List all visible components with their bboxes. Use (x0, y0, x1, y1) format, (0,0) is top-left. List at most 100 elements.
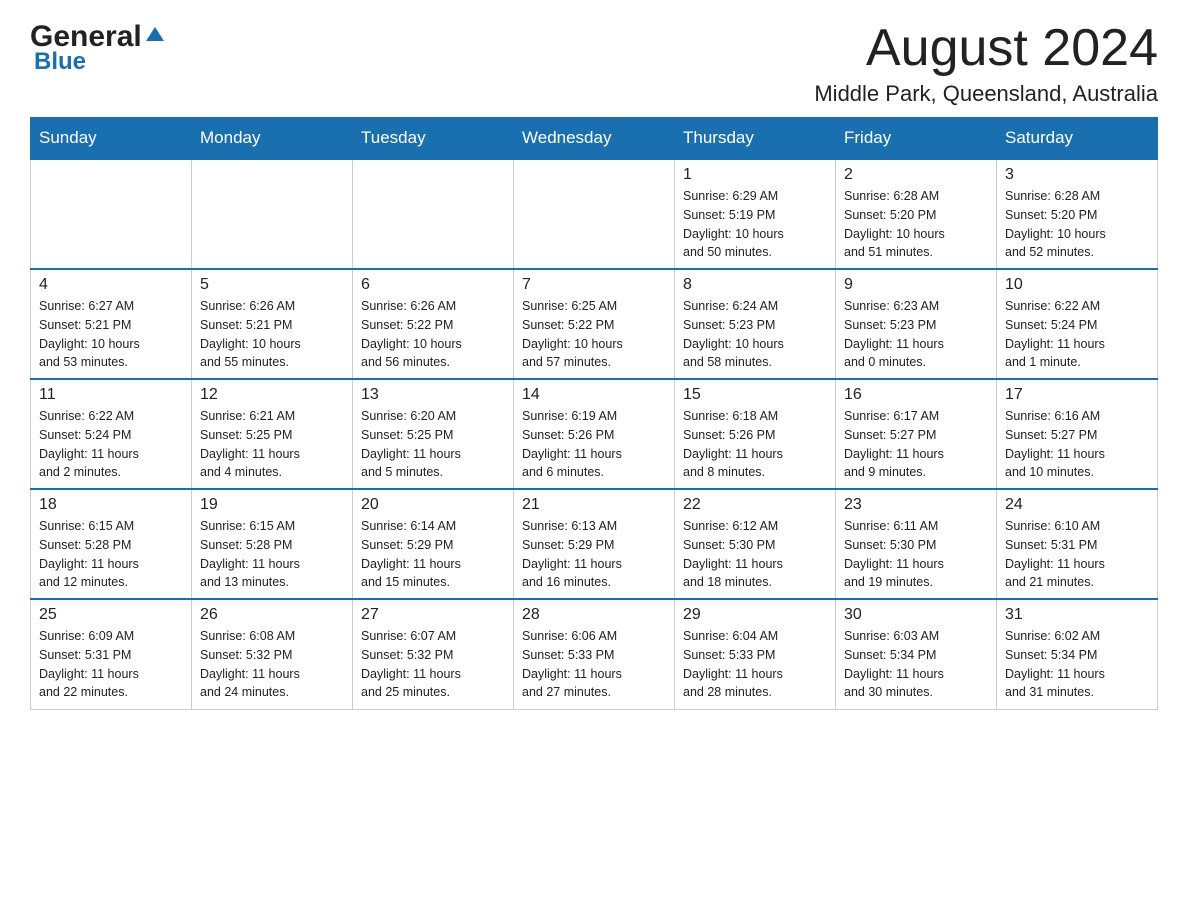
day-info: Sunrise: 6:18 AM Sunset: 5:26 PM Dayligh… (683, 407, 827, 482)
table-row: 28 Sunrise: 6:06 AM Sunset: 5:33 PM Dayli… (514, 599, 675, 709)
table-row: 29Sunrise: 6:04 AM Sunset: 5:33 PM Dayli… (675, 599, 836, 709)
day-info: Sunrise: 6:09 AM Sunset: 5:31 PM Dayligh… (39, 627, 183, 702)
day-info: Sunrise: 6:06 AM Sunset: 5:33 PM Dayligh… (522, 627, 666, 702)
day-number: 18 (39, 496, 183, 514)
table-row (192, 159, 353, 269)
calendar-week-row: 25Sunrise: 6:09 AM Sunset: 5:31 PM Dayli… (31, 599, 1158, 709)
table-row: 21 Sunrise: 6:13 AM Sunset: 5:29 PM Dayli… (514, 489, 675, 599)
table-row: 1 Sunrise: 6:29 AM Sunset: 5:19 PM Daylig… (675, 159, 836, 269)
day-info: Sunrise: 6:26 AM Sunset: 5:21 PM Dayligh… (200, 297, 344, 372)
day-number: 1 (683, 166, 827, 184)
table-row (31, 159, 192, 269)
day-info: Sunrise: 6:23 AM Sunset: 5:23 PM Dayligh… (844, 297, 988, 372)
table-row: 8 Sunrise: 6:24 AM Sunset: 5:23 PM Daylig… (675, 269, 836, 379)
table-row: 24 Sunrise: 6:10 AM Sunset: 5:31 PM Dayli… (997, 489, 1158, 599)
table-row: 4Sunrise: 6:27 AM Sunset: 5:21 PM Daylig… (31, 269, 192, 379)
table-row (514, 159, 675, 269)
table-row (353, 159, 514, 269)
table-row: 17 Sunrise: 6:16 AM Sunset: 5:27 PM Dayli… (997, 379, 1158, 489)
table-row: 30Sunrise: 6:03 AM Sunset: 5:34 PM Dayli… (836, 599, 997, 709)
calendar-header-row: Sunday Monday Tuesday Wednesday Thursday… (31, 118, 1158, 160)
day-number: 15 (683, 386, 827, 404)
day-number: 14 (522, 386, 666, 404)
location-title: Middle Park, Queensland, Australia (814, 81, 1158, 107)
day-number: 9 (844, 276, 988, 294)
col-wednesday: Wednesday (514, 118, 675, 160)
day-info: Sunrise: 6:10 AM Sunset: 5:31 PM Dayligh… (1005, 517, 1149, 592)
day-info: Sunrise: 6:24 AM Sunset: 5:23 PM Dayligh… (683, 297, 827, 372)
logo: General Blue (30, 20, 166, 76)
day-number: 24 (1005, 496, 1149, 514)
day-info: Sunrise: 6:12 AM Sunset: 5:30 PM Dayligh… (683, 517, 827, 592)
day-number: 6 (361, 276, 505, 294)
table-row: 13 Sunrise: 6:20 AM Sunset: 5:25 PM Dayli… (353, 379, 514, 489)
day-number: 8 (683, 276, 827, 294)
col-saturday: Saturday (997, 118, 1158, 160)
table-row: 18Sunrise: 6:15 AM Sunset: 5:28 PM Dayli… (31, 489, 192, 599)
table-row: 10 Sunrise: 6:22 AM Sunset: 5:24 PM Dayli… (997, 269, 1158, 379)
day-info: Sunrise: 6:11 AM Sunset: 5:30 PM Dayligh… (844, 517, 988, 592)
table-row: 9 Sunrise: 6:23 AM Sunset: 5:23 PM Daylig… (836, 269, 997, 379)
table-row: 22 Sunrise: 6:12 AM Sunset: 5:30 PM Dayli… (675, 489, 836, 599)
table-row: 2Sunrise: 6:28 AM Sunset: 5:20 PM Daylig… (836, 159, 997, 269)
day-number: 16 (844, 386, 988, 404)
table-row: 27 Sunrise: 6:07 AM Sunset: 5:32 PM Dayli… (353, 599, 514, 709)
day-info: Sunrise: 6:02 AM Sunset: 5:34 PM Dayligh… (1005, 627, 1149, 702)
day-number: 3 (1005, 166, 1149, 184)
day-info: Sunrise: 6:08 AM Sunset: 5:32 PM Dayligh… (200, 627, 344, 702)
table-row: 23 Sunrise: 6:11 AM Sunset: 5:30 PM Dayli… (836, 489, 997, 599)
day-info: Sunrise: 6:14 AM Sunset: 5:29 PM Dayligh… (361, 517, 505, 592)
table-row: 16 Sunrise: 6:17 AM Sunset: 5:27 PM Dayli… (836, 379, 997, 489)
table-row: 25Sunrise: 6:09 AM Sunset: 5:31 PM Dayli… (31, 599, 192, 709)
day-info: Sunrise: 6:29 AM Sunset: 5:19 PM Dayligh… (683, 187, 827, 262)
day-number: 5 (200, 276, 344, 294)
day-number: 7 (522, 276, 666, 294)
table-row: 6 Sunrise: 6:26 AM Sunset: 5:22 PM Daylig… (353, 269, 514, 379)
calendar-week-row: 18 Sunrise: 6:15 AM Sunset: 5:28 PM Dayli… (31, 489, 1158, 599)
day-info: Sunrise: 6:15 AM Sunset: 5:28 PM Dayligh… (200, 517, 344, 592)
logo-blue: Blue (34, 48, 86, 76)
col-thursday: Thursday (675, 118, 836, 160)
col-sunday: Sunday (31, 118, 192, 160)
day-info: Sunrise: 6:13 AM Sunset: 5:29 PM Dayligh… (522, 517, 666, 592)
day-info: Sunrise: 6:28 AM Sunset: 5:20 PM Dayligh… (1005, 187, 1149, 262)
day-info: Sunrise: 6:27 AM Sunset: 5:21 PM Dayligh… (39, 297, 183, 372)
day-number: 26 (200, 606, 344, 624)
day-number: 11 (39, 386, 183, 404)
col-friday: Friday (836, 118, 997, 160)
day-info: Sunrise: 6:03 AM Sunset: 5:34 PM Dayligh… (844, 627, 988, 702)
day-info: Sunrise: 6:16 AM Sunset: 5:27 PM Dayligh… (1005, 407, 1149, 482)
day-number: 27 (361, 606, 505, 624)
day-info: Sunrise: 6:17 AM Sunset: 5:27 PM Dayligh… (844, 407, 988, 482)
day-number: 13 (361, 386, 505, 404)
day-number: 22 (683, 496, 827, 514)
day-info: Sunrise: 6:07 AM Sunset: 5:32 PM Dayligh… (361, 627, 505, 702)
day-number: 17 (1005, 386, 1149, 404)
day-number: 10 (1005, 276, 1149, 294)
calendar-week-row: 11 Sunrise: 6:22 AM Sunset: 5:24 PM Dayli… (31, 379, 1158, 489)
calendar: Sunday Monday Tuesday Wednesday Thursday… (30, 117, 1158, 710)
day-number: 20 (361, 496, 505, 514)
day-number: 28 (522, 606, 666, 624)
table-row: 11 Sunrise: 6:22 AM Sunset: 5:24 PM Dayli… (31, 379, 192, 489)
table-row: 19Sunrise: 6:15 AM Sunset: 5:28 PM Dayli… (192, 489, 353, 599)
day-number: 12 (200, 386, 344, 404)
day-info: Sunrise: 6:21 AM Sunset: 5:25 PM Dayligh… (200, 407, 344, 482)
col-monday: Monday (192, 118, 353, 160)
day-info: Sunrise: 6:22 AM Sunset: 5:24 PM Dayligh… (39, 407, 183, 482)
day-number: 2 (844, 166, 988, 184)
table-row: 5 Sunrise: 6:26 AM Sunset: 5:21 PM Daylig… (192, 269, 353, 379)
table-row: 20 Sunrise: 6:14 AM Sunset: 5:29 PM Dayli… (353, 489, 514, 599)
day-info: Sunrise: 6:26 AM Sunset: 5:22 PM Dayligh… (361, 297, 505, 372)
logo-triangle-icon (144, 23, 166, 45)
calendar-week-row: 4Sunrise: 6:27 AM Sunset: 5:21 PM Daylig… (31, 269, 1158, 379)
day-info: Sunrise: 6:25 AM Sunset: 5:22 PM Dayligh… (522, 297, 666, 372)
title-area: August 2024 Middle Park, Queensland, Aus… (814, 20, 1158, 107)
table-row: 31Sunrise: 6:02 AM Sunset: 5:34 PM Dayli… (997, 599, 1158, 709)
day-info: Sunrise: 6:20 AM Sunset: 5:25 PM Dayligh… (361, 407, 505, 482)
month-title: August 2024 (814, 20, 1158, 77)
day-info: Sunrise: 6:04 AM Sunset: 5:33 PM Dayligh… (683, 627, 827, 702)
day-number: 21 (522, 496, 666, 514)
day-number: 23 (844, 496, 988, 514)
day-info: Sunrise: 6:22 AM Sunset: 5:24 PM Dayligh… (1005, 297, 1149, 372)
